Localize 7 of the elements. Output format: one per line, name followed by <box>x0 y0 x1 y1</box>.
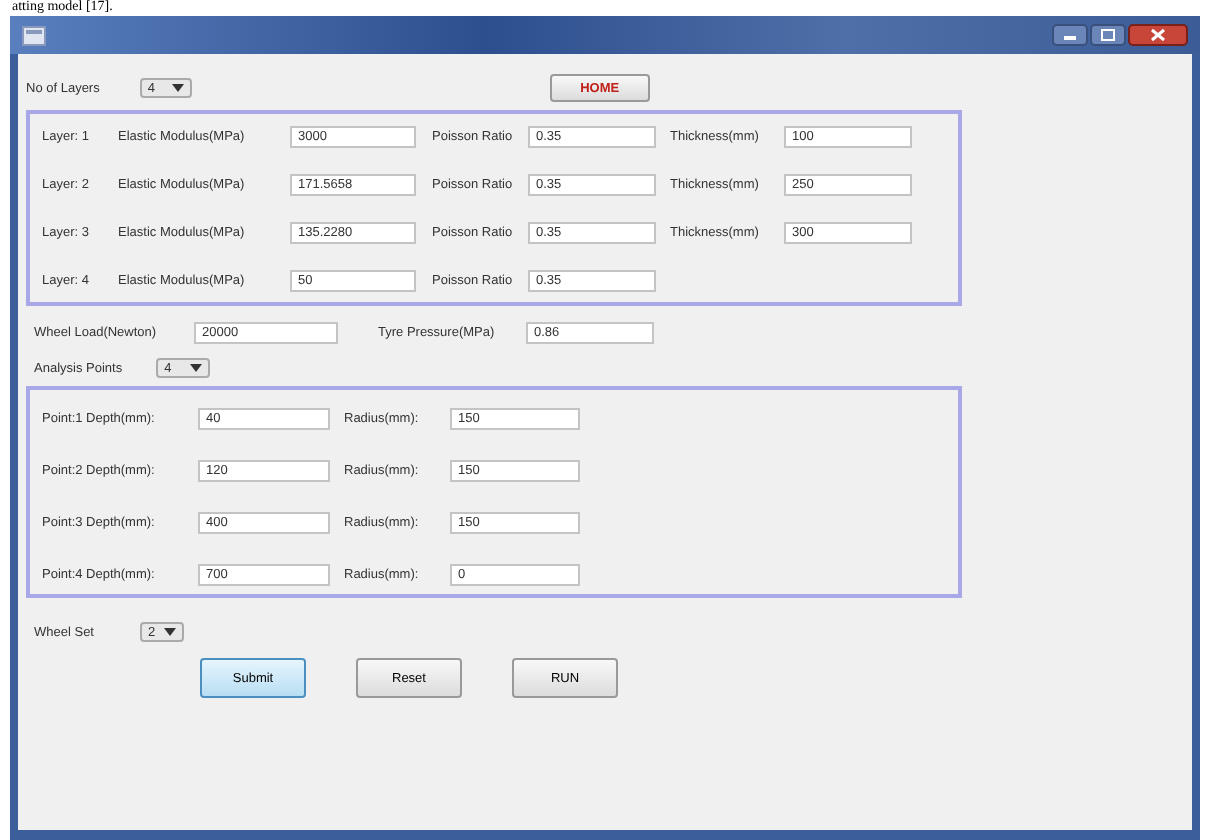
app-icon <box>22 25 46 45</box>
minimize-icon[interactable] <box>1052 24 1088 46</box>
caret-icon <box>164 628 176 636</box>
caret-icon <box>171 84 184 92</box>
close-icon[interactable] <box>1128 24 1188 46</box>
caret-icon <box>190 364 203 372</box>
maximize-icon[interactable] <box>1090 24 1126 46</box>
